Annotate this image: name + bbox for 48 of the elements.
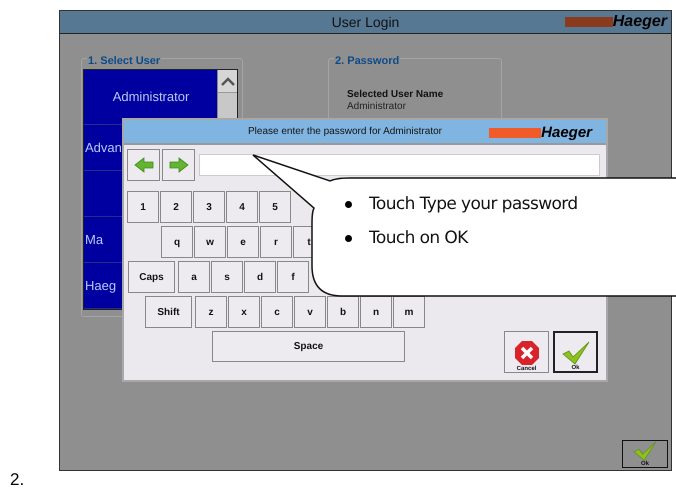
keyboard-key[interactable]: q — [161, 226, 193, 258]
keyboard-key[interactable]: f — [277, 261, 309, 293]
keyboard-key[interactable]: z — [195, 296, 227, 328]
selected-user: Administrator — [347, 101, 406, 112]
keyboard-key[interactable]: 1 — [127, 191, 159, 223]
field-label: Selected User Name — [347, 89, 444, 100]
callout-text: Touch on OK — [369, 228, 468, 248]
right-arrow-icon — [168, 157, 188, 173]
keyboard-key[interactable]: b — [327, 296, 359, 328]
keyboard-key[interactable]: x — [228, 296, 260, 328]
keyboard-key[interactable]: 5 — [259, 191, 291, 223]
keyboard-key[interactable]: 4 — [226, 191, 258, 223]
up-caret-icon — [220, 76, 234, 86]
checkmark-icon — [560, 341, 590, 365]
user-name: Ma — [85, 232, 104, 247]
keyboard-key[interactable]: v — [294, 296, 326, 328]
stop-icon — [514, 340, 540, 366]
keyboard-key[interactable]: r — [260, 226, 292, 258]
list-number: 2. — [10, 470, 24, 489]
password-field[interactable] — [199, 154, 600, 176]
callout-text: Touch Type your password — [369, 194, 578, 214]
keyboard-key[interactable]: s — [211, 261, 243, 293]
user-name: Haeg — [85, 278, 116, 293]
keyboard-key[interactable]: 3 — [193, 191, 225, 223]
logo-text: Haeger — [541, 124, 592, 141]
keyboard-key[interactable]: m — [393, 296, 425, 328]
back-button[interactable] — [127, 149, 160, 181]
group-legend: 1. Select User — [87, 55, 162, 67]
user-name: Administrator — [112, 89, 190, 104]
user-name: Advan — [85, 140, 122, 155]
keyboard-key[interactable]: Shift — [145, 296, 192, 328]
keyboard-key[interactable]: c — [261, 296, 293, 328]
keyboard-key[interactable]: a — [178, 261, 210, 293]
dialog-title: Please enter the password for Administrator — [248, 126, 442, 137]
keyboard-key[interactable]: e — [227, 226, 259, 258]
left-arrow-icon — [134, 157, 154, 173]
group-legend: 2. Password — [334, 55, 400, 67]
forward-button[interactable] — [162, 149, 195, 181]
logo-stripe — [489, 128, 542, 138]
logo-stripe — [564, 17, 613, 27]
keyboard-key[interactable]: d — [244, 261, 276, 293]
keyboard-key[interactable]: Caps — [128, 261, 175, 293]
keyboard-key[interactable]: n — [360, 296, 392, 328]
keyboard-key[interactable]: 2 — [160, 191, 192, 223]
space-key[interactable]: Space — [212, 331, 405, 362]
logo-text: Haeger — [612, 13, 667, 31]
window-title: User Login — [332, 14, 400, 30]
keyboard-key[interactable]: w — [194, 226, 226, 258]
